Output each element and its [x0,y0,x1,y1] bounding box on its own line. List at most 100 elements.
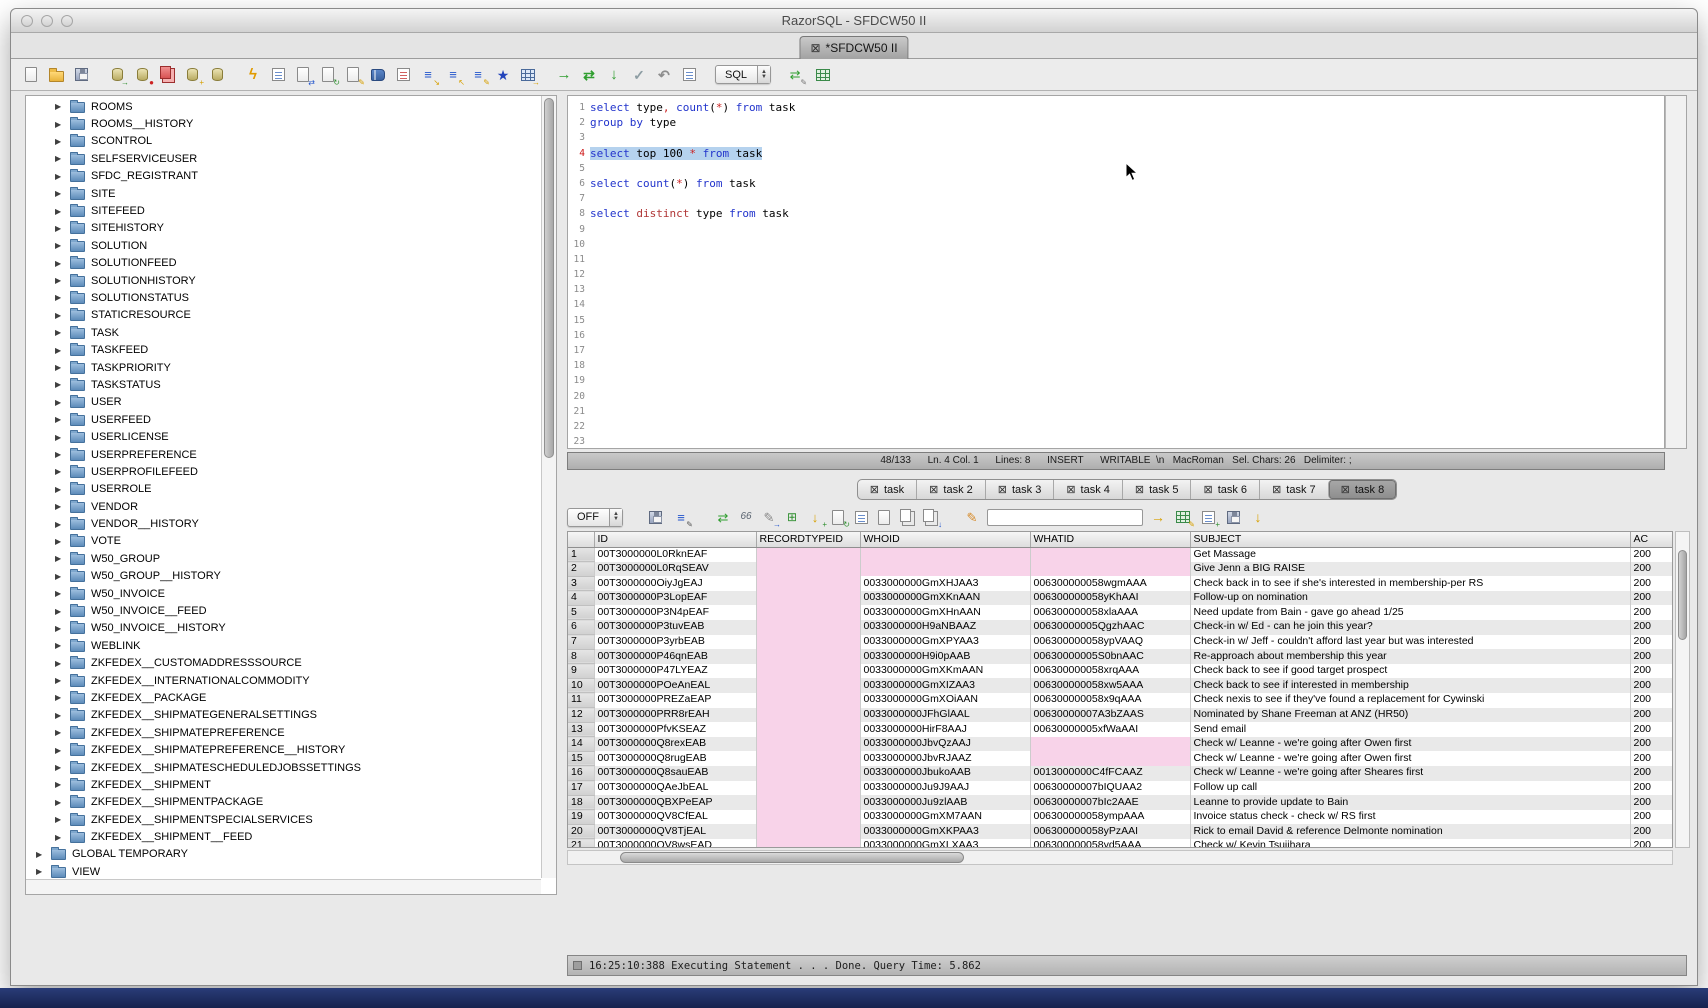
add-row-icon[interactable]: ↓+ [805,507,825,527]
disclosure-triangle-icon[interactable]: ▶ [55,589,64,598]
import-data-icon[interactable]: ⇄ [293,65,313,85]
tree-item[interactable]: ▶ZKFEDEX__SHIPMENT [26,776,541,793]
cell-what[interactable]: 006300000058yKhAAI [1030,591,1190,606]
view-record-icon[interactable]: 66 [736,507,756,527]
disclosure-triangle-icon[interactable]: ▶ [55,224,64,233]
undo-icon[interactable]: ↶ [654,65,674,85]
tree-item[interactable]: ▶TASK [26,324,541,341]
cell-ac[interactable]: 200 [1630,722,1673,737]
cell-ac[interactable]: 200 [1630,635,1673,650]
result-tab-task-3[interactable]: ⊠task 3 [985,480,1054,499]
cell-who[interactable]: 0033000000HirF8AAJ [860,722,1030,737]
copy-rows-icon[interactable] [897,507,917,527]
cell-id[interactable]: 00T3000000QBXPeEAP [594,795,756,810]
result-tab-task-4[interactable]: ⊠task 4 [1053,480,1122,499]
stepper-icon[interactable]: ▲▼ [757,66,770,83]
tree-item[interactable]: ▶ZKFEDEX__SHIPMENT__FEED [26,828,541,845]
comment-icon[interactable]: ≡↘ [418,65,438,85]
tab-close-icon[interactable]: ⊠ [810,42,820,54]
disclosure-triangle-icon[interactable]: ▶ [55,485,64,494]
cell-rt[interactable] [756,664,860,679]
code-line-4[interactable]: 4select top 100 * from task [568,146,1664,161]
highlight-pen-icon[interactable]: ✎ [962,507,982,527]
disclosure-triangle-icon[interactable]: ▶ [55,815,64,824]
code-line-7[interactable]: 7 [568,191,1664,206]
disclosure-triangle-icon[interactable]: ▶ [36,850,45,859]
cell-subj[interactable]: Follow up call [1190,781,1630,796]
cell-who[interactable]: 0033000000GmXM7AAN [860,810,1030,825]
fetch-all-icon[interactable]: ↓ [604,65,624,85]
tree-scrollbar-thumb[interactable] [544,98,554,458]
tree-item[interactable]: ▶TASKPRIORITY [26,359,541,376]
code-line-19[interactable]: 19 [568,373,1664,388]
cell-what[interactable]: 006300000058wgmAAA [1030,576,1190,591]
tree-item[interactable]: ▶ROOMS__HISTORY [26,115,541,132]
tree-item[interactable]: ▶USER [26,394,541,411]
code-line-20[interactable]: 20 [568,389,1664,404]
cell-id[interactable]: 00T3000000QV8wsEAD [594,839,756,848]
cell-rt[interactable] [756,810,860,825]
cell-id[interactable]: 00T3000000Q8sauEAB [594,766,756,781]
cell-ac[interactable]: 200 [1630,649,1673,664]
tree-item[interactable]: ▶VIEW [26,863,541,878]
cell-who[interactable]: 0033000000GmXHJAA3 [860,576,1030,591]
tab-close-icon[interactable]: ⊠ [870,483,879,496]
cell-ac[interactable]: 200 [1630,824,1673,839]
tree-horizontal-scrollbar[interactable] [26,879,541,894]
cell-subj[interactable]: Invoice status check - check w/ RS first [1190,810,1630,825]
disclosure-triangle-icon[interactable]: ▶ [55,259,64,268]
disclosure-triangle-icon[interactable]: ▶ [55,415,64,424]
cell-who[interactable]: 0033000000JbukoAAB [860,766,1030,781]
cell-ac[interactable]: 200 [1630,664,1673,679]
cell-id[interactable]: 00T3000000OiyJgEAJ [594,576,756,591]
result-tab-task[interactable]: ⊠task [858,480,916,499]
cell-ac[interactable]: 200 [1630,576,1673,591]
refresh-results-icon[interactable]: ⇄ [713,507,733,527]
drop-object-icon[interactable] [207,65,227,85]
cell-who[interactable]: 0033000000JbvQzAAJ [860,737,1030,752]
export-data-icon[interactable]: ↻ [318,65,338,85]
save-grid-icon[interactable] [1223,507,1243,527]
cell-id[interactable]: 00T3000000Q8rugEAB [594,751,756,766]
search-go-icon[interactable]: → [1148,507,1168,527]
tab-close-icon[interactable]: ⊠ [929,483,938,496]
fetch-more-icon[interactable]: ↓ [1248,507,1268,527]
row-number[interactable]: 15 [568,751,594,766]
cell-ac[interactable]: 200 [1630,547,1673,562]
disclosure-triangle-icon[interactable]: ▶ [55,433,64,442]
disclosure-triangle-icon[interactable]: ▶ [55,102,64,111]
row-number[interactable]: 8 [568,649,594,664]
export-results-icon[interactable]: → [518,65,538,85]
execute-all-icon[interactable]: ⇄ [579,65,599,85]
column-header-whoid[interactable]: WHOID [860,532,1030,547]
cell-subj[interactable]: Give Jenn a BIG RAISE [1190,562,1630,577]
cell-what[interactable]: 006300000058x9qAAA [1030,693,1190,708]
cell-ac[interactable]: 200 [1630,810,1673,825]
tree-item[interactable]: ▶ZKFEDEX__INTERNATIONALCOMMODITY [26,672,541,689]
tab-close-icon[interactable]: ⊠ [1203,483,1212,496]
cell-what[interactable] [1030,547,1190,562]
cell-rt[interactable] [756,722,860,737]
row-number[interactable]: 1 [568,547,594,562]
cell-id[interactable]: 00T3000000PREZaEAP [594,693,756,708]
create-object-icon[interactable]: + [182,65,202,85]
cell-rt[interactable] [756,547,860,562]
edit-file-icon[interactable]: ✎ [343,65,363,85]
result-tab-task-2[interactable]: ⊠task 2 [916,480,985,499]
code-line-14[interactable]: 14 [568,297,1664,312]
save-results-icon[interactable] [645,507,665,527]
cell-what[interactable]: 006300000058ypVAAQ [1030,635,1190,650]
tree-item[interactable]: ▶GLOBAL TEMPORARY [26,846,541,863]
row-number[interactable]: 21 [568,839,594,848]
tree-item[interactable]: ▶SELFSERVICEUSER [26,150,541,167]
record-form-icon[interactable] [851,507,871,527]
disclosure-triangle-icon[interactable]: ▶ [55,676,64,685]
row-counts-icon[interactable] [813,65,833,85]
edit-record-icon[interactable]: ✎→ [759,507,779,527]
cell-ac[interactable]: 200 [1630,678,1673,693]
column-header-id[interactable]: ID [594,532,756,547]
cell-who[interactable] [860,562,1030,577]
cell-who[interactable]: 0033000000Ju9J9AAJ [860,781,1030,796]
tree-item[interactable]: ▶W50_INVOICE [26,585,541,602]
cell-who[interactable]: 0033000000JbvRJAAZ [860,751,1030,766]
